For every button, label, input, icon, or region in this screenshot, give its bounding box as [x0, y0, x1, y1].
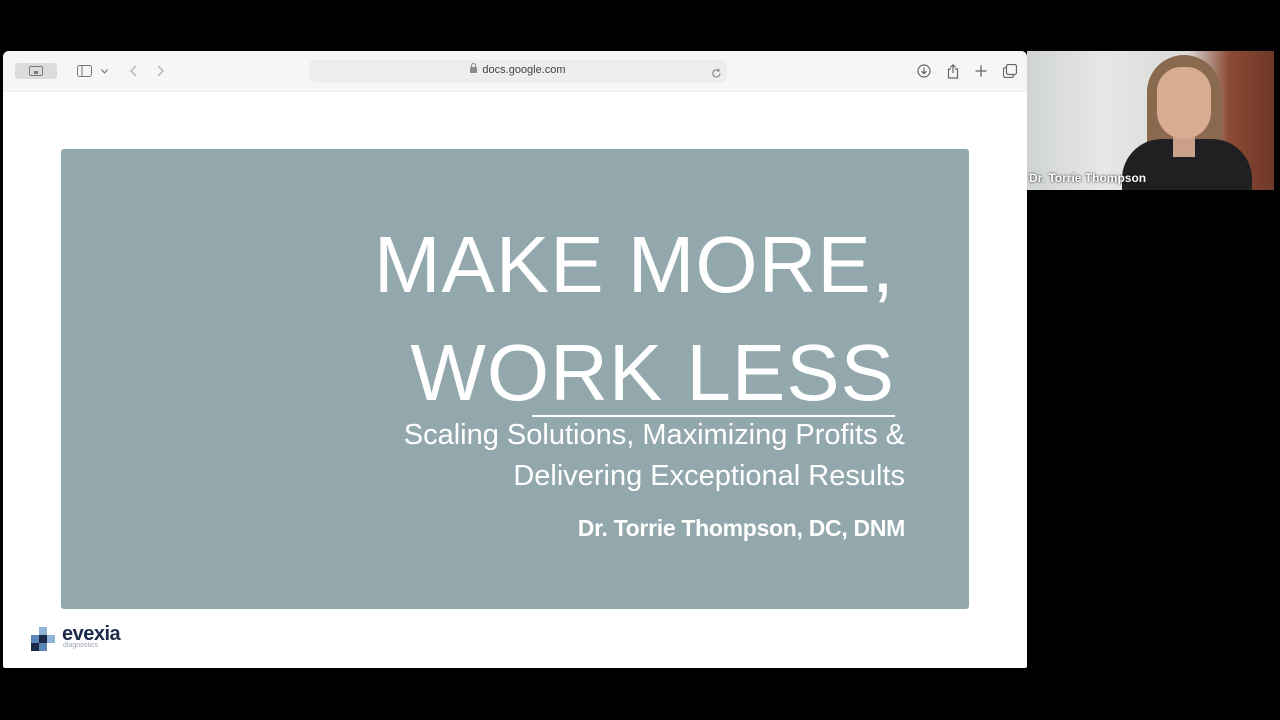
share-icon[interactable] [945, 63, 961, 79]
new-tab-icon[interactable] [974, 63, 988, 79]
evexia-logo: evexia diagnostics [30, 623, 160, 654]
participant-video-tile[interactable]: Dr. Torrie Thompson [1027, 51, 1274, 190]
slide-subtitle-line-1: Scaling Solutions, Maximizing Profits & [403, 419, 905, 451]
evexia-logo-mark-icon [31, 627, 55, 651]
address-text-wrap: docs.google.com [309, 63, 727, 76]
slide-title-line-2: WORK LESS [410, 328, 895, 417]
download-icon[interactable] [916, 63, 932, 79]
tabs-overview-icon[interactable] [1002, 63, 1018, 79]
address-text: docs.google.com [482, 64, 566, 76]
slide-author: Dr. Torrie Thompson, DC, DNM [577, 515, 906, 541]
lock-icon [470, 63, 478, 73]
forward-icon[interactable] [154, 63, 166, 79]
browser-window: docs.google.com MAKE MORE, WORK LESS Sca… [3, 51, 1027, 668]
chevron-down-icon[interactable] [99, 63, 109, 79]
back-icon[interactable] [127, 63, 139, 79]
title-slide: MAKE MORE, WORK LESS Scaling Solutions, … [61, 149, 969, 609]
participant-name: Dr. Torrie Thompson [1029, 171, 1147, 185]
logo-tagline: diagnostics [63, 642, 99, 649]
slide-subtitle-line-2: Delivering Exceptional Results [513, 460, 905, 492]
participant-face [1157, 67, 1211, 139]
reload-icon[interactable] [711, 64, 722, 83]
title-underline [532, 415, 895, 417]
sidebar-icon[interactable] [76, 63, 92, 79]
browser-toolbar: docs.google.com [3, 51, 1027, 92]
address-bar[interactable]: docs.google.com [309, 60, 727, 82]
slide-title-line-1: MAKE MORE, [373, 220, 895, 309]
sidebar-pill-icon[interactable] [15, 63, 57, 79]
